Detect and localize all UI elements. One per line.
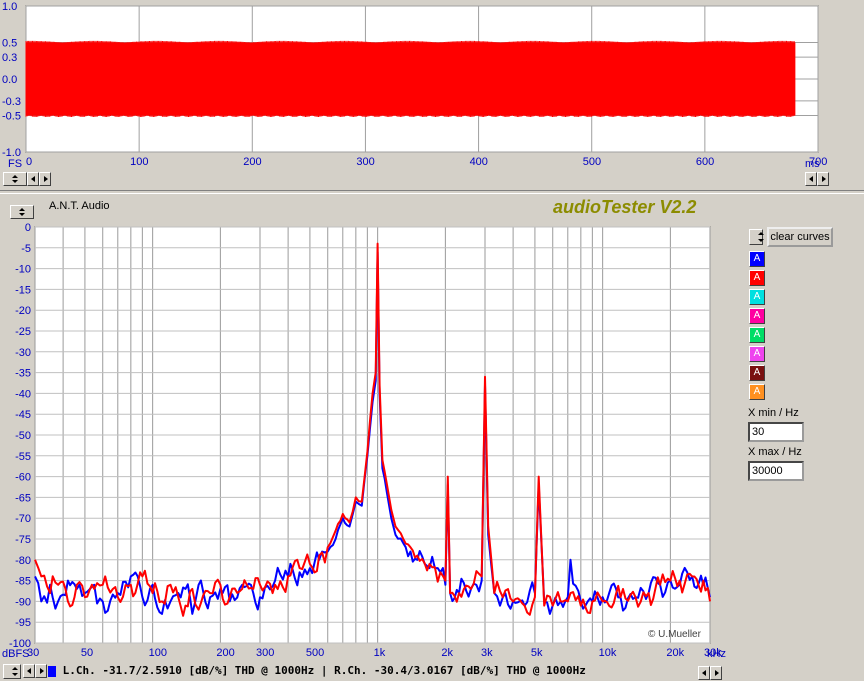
spectrum-x-tick-label: 20k — [666, 647, 684, 659]
right-channel-thd: R.Ch. -30.4/3.0167 [dB/%] THD @ 1000Hz — [334, 664, 586, 677]
clear-curves-button[interactable]: clear curves — [767, 227, 833, 247]
curve-color-chip-2[interactable]: A — [749, 270, 765, 286]
spectrum-y-tick-label: -30 — [15, 347, 31, 359]
spectrum-y-tick-label: -20 — [15, 305, 31, 317]
top-y-tick-label: 0.3 — [2, 52, 17, 64]
spectrum-x-tick-label: 500 — [306, 647, 324, 659]
top-scroll-left-button[interactable] — [27, 172, 39, 186]
top-y-tick-label: 0.0 — [2, 74, 17, 86]
top-scroll-right-button[interactable] — [39, 172, 51, 186]
top-x-tick-label: 400 — [470, 156, 488, 168]
spectrum-y-tick-label: -10 — [15, 264, 31, 276]
spectrum-y-tick-label: -90 — [15, 596, 31, 608]
top-zoom-spinner[interactable] — [3, 172, 27, 186]
top-x-tick-label: 200 — [243, 156, 261, 168]
top-x-tick-label: 300 — [356, 156, 374, 168]
curves-spinner[interactable] — [749, 229, 764, 245]
curve-color-chip-7[interactable]: A — [749, 365, 765, 381]
spectrum-y-tick-label: -5 — [21, 243, 31, 255]
status-line: L.Ch. -31.7/2.5910 [dB/%] THD @ 1000Hz |… — [48, 664, 586, 677]
curve-color-chip-6[interactable]: A — [749, 346, 765, 362]
spectrum-y-tick-label: -95 — [15, 617, 31, 629]
spectrum-y-tick-label: -85 — [15, 576, 31, 588]
xmin-input[interactable]: 30 — [748, 422, 804, 442]
left-channel-thd: L.Ch. -31.7/2.5910 [dB/%] THD @ 1000Hz — [62, 664, 315, 677]
spectrum-y-tick-label: -25 — [15, 326, 31, 338]
spectrum-y-tick-label: -55 — [15, 451, 31, 463]
xmax-label: X max / Hz — [748, 446, 802, 458]
top-y-tick-label: 0.5 — [2, 38, 17, 50]
panel-divider — [0, 190, 864, 194]
spectrum-x-tick-label: 100 — [149, 647, 167, 659]
fs-label: FS — [8, 158, 22, 170]
bottom-scroll-left-button[interactable] — [23, 664, 35, 678]
top-x-tick-label: 0 — [26, 156, 32, 168]
spectrum-y-tick-label: -60 — [15, 472, 31, 484]
spectrum-x-tick-label: 300 — [256, 647, 274, 659]
spectrum-chart: 0 -5 -10 -15 -20 -25 -30 -35 -40 -45 -50 -55 -60 -65 -… — [2, 222, 726, 660]
spectrum-y-tick-label: -40 — [15, 388, 31, 400]
left-channel-swatch — [48, 665, 56, 677]
bottom-scroll-right-button-2[interactable] — [710, 666, 722, 680]
source-label: A.N.T. Audio — [49, 200, 110, 212]
curve-color-chip-8[interactable]: A — [749, 384, 765, 400]
spectrum-y-tick-label: -80 — [15, 555, 31, 567]
copyright-text: © U.Mueller — [648, 629, 702, 640]
spectrum-x-tick-label: 1k — [374, 647, 386, 659]
top-x-tick-label: 100 — [130, 156, 148, 168]
spectrum-x-tick-label: 3k — [481, 647, 493, 659]
top-y-tick-label: 1.0 — [2, 1, 17, 13]
top-x-tick-label: 600 — [696, 156, 714, 168]
spectrum-x-tick-label: 200 — [216, 647, 234, 659]
time-domain-chart: 1.00.50.30.0-0.3-0.5-1.0 0 100 200 300 400 50… — [2, 1, 827, 170]
bottom-scroll-right-button[interactable] — [35, 664, 47, 678]
xmax-input[interactable]: 30000 — [748, 461, 804, 481]
spectrum-y-tick-label: -50 — [15, 430, 31, 442]
x-axis-unit-khz: kHz — [707, 648, 726, 660]
top-x-tick-label: 500 — [583, 156, 601, 168]
spectrum-x-tick-label: 50 — [81, 647, 93, 659]
curve-color-chip-3[interactable]: A — [749, 289, 765, 305]
top-y-tick-label: -0.5 — [2, 111, 21, 123]
curve-color-chip-1[interactable]: A — [749, 251, 765, 267]
top-scroll-right-button-2[interactable] — [817, 172, 829, 186]
xmin-label: X min / Hz — [748, 407, 799, 419]
spectrum-x-tick-label: 2k — [441, 647, 453, 659]
curve-color-chip-5[interactable]: A — [749, 327, 765, 343]
spectrum-y-tick-label: -75 — [15, 534, 31, 546]
spectrum-y-tick-label: -15 — [15, 284, 31, 296]
bottom-spinner[interactable] — [3, 664, 21, 679]
spectrum-y-tick-label: -70 — [15, 513, 31, 525]
spectrum-y-tick-label: -45 — [15, 409, 31, 421]
app-title: audioTester V2.2 — [553, 197, 697, 217]
spectrum-y-tick-label: -65 — [15, 492, 31, 504]
spectrum-y-tick-label: 0 — [25, 222, 31, 234]
top-scroll-left-button-2[interactable] — [805, 172, 817, 186]
curve-color-chip-4[interactable]: A — [749, 308, 765, 324]
spectrum-x-tick-label: 5k — [531, 647, 543, 659]
spectrum-zoom-spinner[interactable] — [10, 205, 34, 219]
spectrum-x-tick-label: 10k — [599, 647, 617, 659]
y-axis-label-dbfs: dBFS — [2, 648, 30, 660]
top-y-tick-label: -0.3 — [2, 96, 21, 108]
bottom-scroll-left-button-2[interactable] — [698, 666, 710, 680]
x-unit-ms: ms — [805, 158, 820, 170]
spectrum-y-tick-label: -35 — [15, 368, 31, 380]
